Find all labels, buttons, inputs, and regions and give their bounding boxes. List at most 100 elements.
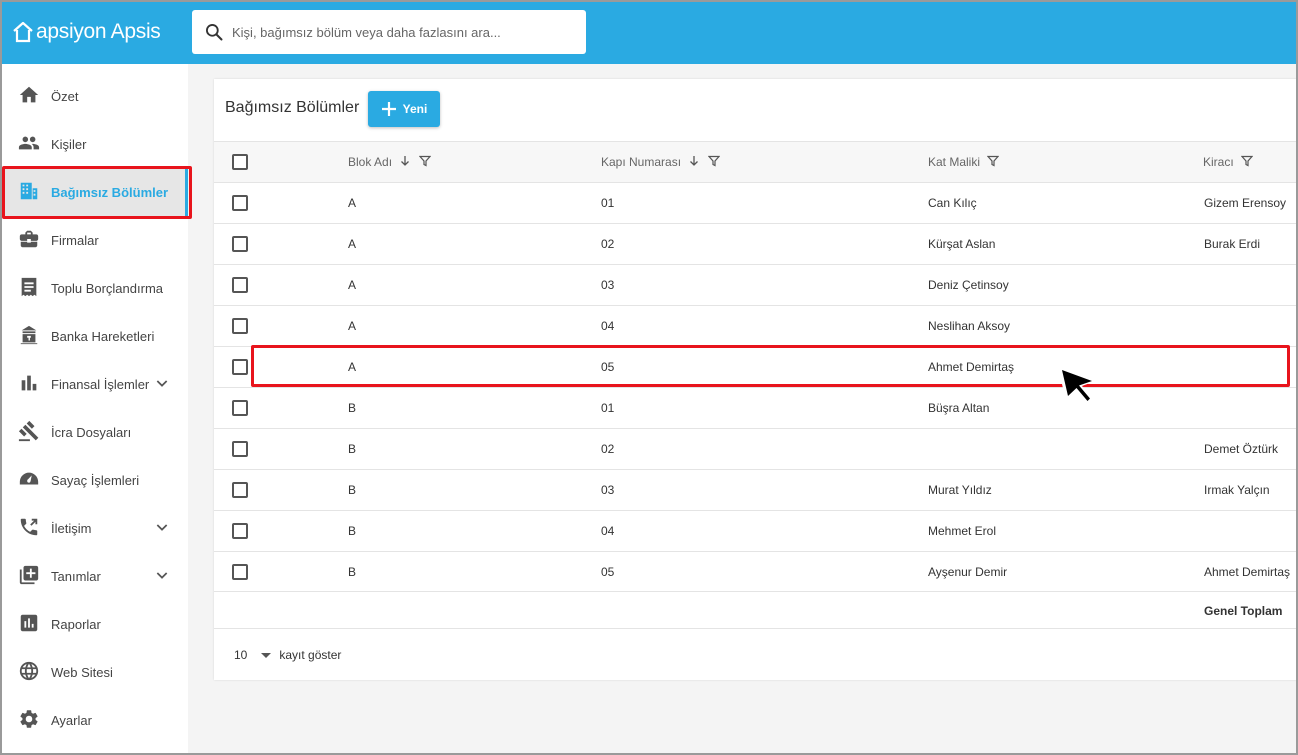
- column-label: Kiracı: [1203, 155, 1234, 169]
- cell-blok: A: [348, 278, 357, 292]
- row-checkbox[interactable]: [232, 195, 248, 211]
- sidebar-item-toplu-borclandirma[interactable]: Toplu Borçlandırma: [2, 264, 188, 312]
- chevron-down-icon[interactable]: [154, 375, 170, 391]
- chevron-down-icon[interactable]: [154, 567, 170, 583]
- sidebar-item-label: Toplu Borçlandırma: [51, 280, 163, 296]
- cell-kiraci[interactable]: Ahmet Demirtaş: [1204, 565, 1290, 579]
- cell-kat-maliki[interactable]: Büşra Altan: [928, 401, 989, 415]
- table-row[interactable]: A 04 Neslihan Aksoy: [214, 305, 1298, 346]
- cell-kat-maliki[interactable]: Ayşenur Demir: [928, 565, 1007, 579]
- column-header-blok[interactable]: Blok Adı: [348, 155, 432, 170]
- new-unit-button[interactable]: Yeni: [368, 91, 440, 127]
- column-header-kapi[interactable]: Kapı Numarası: [601, 155, 721, 170]
- cell-kapi: 01: [601, 196, 615, 210]
- apsiyon-logo[interactable]: apsiyon Apsis: [12, 18, 161, 46]
- sidebar-item-bagimsiz-bolumler[interactable]: Bağımsız Bölümler: [2, 168, 188, 216]
- briefcase-icon: [18, 228, 40, 250]
- filter-icon[interactable]: [707, 155, 721, 170]
- row-checkbox[interactable]: [232, 236, 248, 252]
- search-box[interactable]: [192, 10, 586, 54]
- sidebar-item-iletisim[interactable]: İletişim: [2, 504, 188, 552]
- sidebar-item-label: İletişim: [51, 520, 92, 536]
- home-icon: [18, 84, 40, 106]
- cell-kat-maliki[interactable]: Ahmet Demirtaş: [928, 360, 1014, 374]
- sort-down-icon[interactable]: [399, 155, 411, 170]
- gear-icon: [18, 708, 40, 730]
- sidebar-item-label: İcra Dosyaları: [51, 424, 132, 440]
- search-icon: [206, 24, 223, 41]
- page-size-value[interactable]: 10: [234, 648, 247, 662]
- sort-down-icon[interactable]: [688, 155, 700, 170]
- search-input[interactable]: [232, 24, 572, 40]
- row-checkbox[interactable]: [232, 277, 248, 293]
- sidebar-item-ayarlar[interactable]: Ayarlar: [2, 696, 188, 744]
- sidebar: Özet Kişiler Bağımsız Bölümler Firmalar …: [2, 64, 188, 753]
- column-header-kiraci[interactable]: Kiracı: [1203, 155, 1254, 170]
- table-row[interactable]: A 01 Can Kılıç Gizem Erensoy: [214, 182, 1298, 223]
- cell-blok: A: [348, 360, 357, 374]
- cell-kat-maliki[interactable]: Murat Yıldız: [928, 483, 992, 497]
- cell-kiraci[interactable]: Demet Öztürk: [1204, 442, 1278, 456]
- cell-kiraci[interactable]: Burak Erdi: [1204, 237, 1260, 251]
- select-all-checkbox[interactable]: [232, 154, 248, 170]
- add-box-icon: [18, 564, 40, 586]
- sidebar-item-web-sitesi[interactable]: Web Sitesi: [2, 648, 188, 696]
- sidebar-item-banka-hareketleri[interactable]: Banka Hareketleri: [2, 312, 188, 360]
- table-row[interactable]: B 03 Murat Yıldız Irmak Yalçın: [214, 469, 1298, 510]
- cell-kapi: 02: [601, 237, 615, 251]
- sidebar-item-firmalar[interactable]: Firmalar: [2, 216, 188, 264]
- table-row[interactable]: A 02 Kürşat Aslan Burak Erdi: [214, 223, 1298, 264]
- row-checkbox[interactable]: [232, 359, 248, 375]
- building-icon: [18, 180, 40, 202]
- sidebar-item-tanimlar[interactable]: Tanımlar: [2, 552, 188, 600]
- sidebar-item-label: Banka Hareketleri: [51, 328, 155, 344]
- top-header: apsiyon Apsis: [0, 0, 1298, 64]
- sidebar-item-finansal-islemler[interactable]: Finansal İşlemler: [2, 360, 188, 408]
- cell-kat-maliki[interactable]: Kürşat Aslan: [928, 237, 995, 251]
- table-row[interactable]: B 04 Mehmet Erol: [214, 510, 1298, 551]
- row-checkbox[interactable]: [232, 318, 248, 334]
- table-row[interactable]: B 01 Büşra Altan: [214, 387, 1298, 428]
- table-row[interactable]: A 05 Ahmet Demirtaş: [214, 346, 1298, 387]
- page-size-selector[interactable]: 10 kayıt göster: [234, 648, 341, 662]
- cell-kiraci[interactable]: Gizem Erensoy: [1204, 196, 1286, 210]
- cell-blok: B: [348, 565, 357, 579]
- sidebar-item-icra-dosyalari[interactable]: İcra Dosyaları: [2, 408, 188, 456]
- cell-kiraci[interactable]: Irmak Yalçın: [1204, 483, 1270, 497]
- sidebar-item-label: Raporlar: [51, 616, 101, 632]
- caret-down-icon[interactable]: [261, 652, 272, 658]
- table-row[interactable]: B 05 Ayşenur Demir Ahmet Demirtaş: [214, 551, 1298, 592]
- chevron-down-icon[interactable]: [154, 519, 170, 535]
- row-checkbox[interactable]: [232, 400, 248, 416]
- cell-kat-maliki[interactable]: Deniz Çetinsoy: [928, 278, 1009, 292]
- cell-kat-maliki[interactable]: Mehmet Erol: [928, 524, 996, 538]
- sidebar-item-kisiler[interactable]: Kişiler: [2, 120, 188, 168]
- sidebar-item-sayac-islemleri[interactable]: Sayaç İşlemleri: [2, 456, 188, 504]
- row-checkbox[interactable]: [232, 564, 248, 580]
- filter-icon[interactable]: [418, 155, 432, 170]
- total-label: Genel Toplam: [1204, 604, 1283, 618]
- row-checkbox[interactable]: [232, 482, 248, 498]
- column-header-kat-maliki[interactable]: Kat Maliki: [928, 155, 1000, 170]
- table-row[interactable]: B 02 Demet Öztürk: [214, 428, 1298, 469]
- meter-icon: [18, 468, 40, 490]
- sidebar-item-label: Firmalar: [51, 232, 99, 248]
- bar-chart-icon: [18, 372, 40, 394]
- cell-kapi: 04: [601, 319, 615, 333]
- cell-kat-maliki[interactable]: Can Kılıç: [928, 196, 977, 210]
- cell-blok: B: [348, 524, 357, 538]
- row-checkbox[interactable]: [232, 441, 248, 457]
- table-row[interactable]: A 03 Deniz Çetinsoy: [214, 264, 1298, 305]
- row-checkbox[interactable]: [232, 523, 248, 539]
- sidebar-item-raporlar[interactable]: Raporlar: [2, 600, 188, 648]
- people-icon: [18, 132, 40, 154]
- cell-kapi: 04: [601, 524, 615, 538]
- logo-text: apsiyon Apsis: [36, 20, 161, 43]
- filter-icon[interactable]: [987, 155, 1000, 170]
- cell-blok: B: [348, 401, 357, 415]
- filter-icon[interactable]: [1240, 155, 1254, 170]
- cell-kat-maliki[interactable]: Neslihan Aksoy: [928, 319, 1010, 333]
- mouse-pointer-icon: [1058, 366, 1098, 405]
- sidebar-item-ozet[interactable]: Özet: [2, 72, 188, 120]
- bank-icon: [18, 324, 40, 346]
